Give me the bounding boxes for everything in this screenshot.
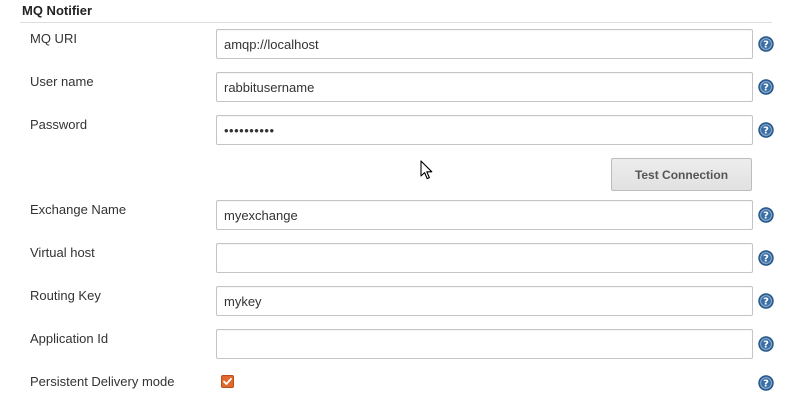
help-icon[interactable]: ? <box>758 293 774 309</box>
svg-text:?: ? <box>763 83 769 94</box>
svg-text:?: ? <box>763 254 769 265</box>
persistent-delivery-checkbox[interactable] <box>221 375 234 388</box>
help-icon[interactable]: ? <box>758 122 774 138</box>
svg-text:?: ? <box>763 211 769 222</box>
persistent-delivery-label: Persistent Delivery mode <box>30 374 175 389</box>
help-icon[interactable]: ? <box>758 36 774 52</box>
test-connection-button[interactable]: Test Connection <box>611 158 752 191</box>
svg-text:?: ? <box>763 340 769 351</box>
help-icon[interactable]: ? <box>758 375 774 391</box>
mq-uri-input[interactable] <box>216 29 753 59</box>
application-id-input[interactable] <box>216 329 753 359</box>
exchange-name-label: Exchange Name <box>30 202 127 217</box>
routing-key-input[interactable] <box>216 286 753 316</box>
mq-uri-label: MQ URI <box>30 31 77 46</box>
user-name-label: User name <box>30 74 94 89</box>
section-divider <box>20 22 772 23</box>
svg-text:?: ? <box>763 297 769 308</box>
password-label: Password <box>30 117 88 132</box>
section-title: MQ Notifier <box>22 3 93 18</box>
help-icon[interactable]: ? <box>758 79 774 95</box>
svg-text:?: ? <box>763 40 769 51</box>
password-input[interactable] <box>216 115 753 145</box>
svg-text:?: ? <box>763 379 769 390</box>
help-icon[interactable]: ? <box>758 336 774 352</box>
mouse-pointer-icon <box>420 160 434 181</box>
user-name-input[interactable] <box>216 72 753 102</box>
help-icon[interactable]: ? <box>758 250 774 266</box>
svg-text:?: ? <box>763 126 769 137</box>
exchange-name-input[interactable] <box>216 200 753 230</box>
virtual-host-input[interactable] <box>216 243 753 273</box>
routing-key-label: Routing Key <box>30 288 101 303</box>
help-icon[interactable]: ? <box>758 207 774 223</box>
virtual-host-label: Virtual host <box>30 245 95 260</box>
application-id-label: Application Id <box>30 331 109 346</box>
